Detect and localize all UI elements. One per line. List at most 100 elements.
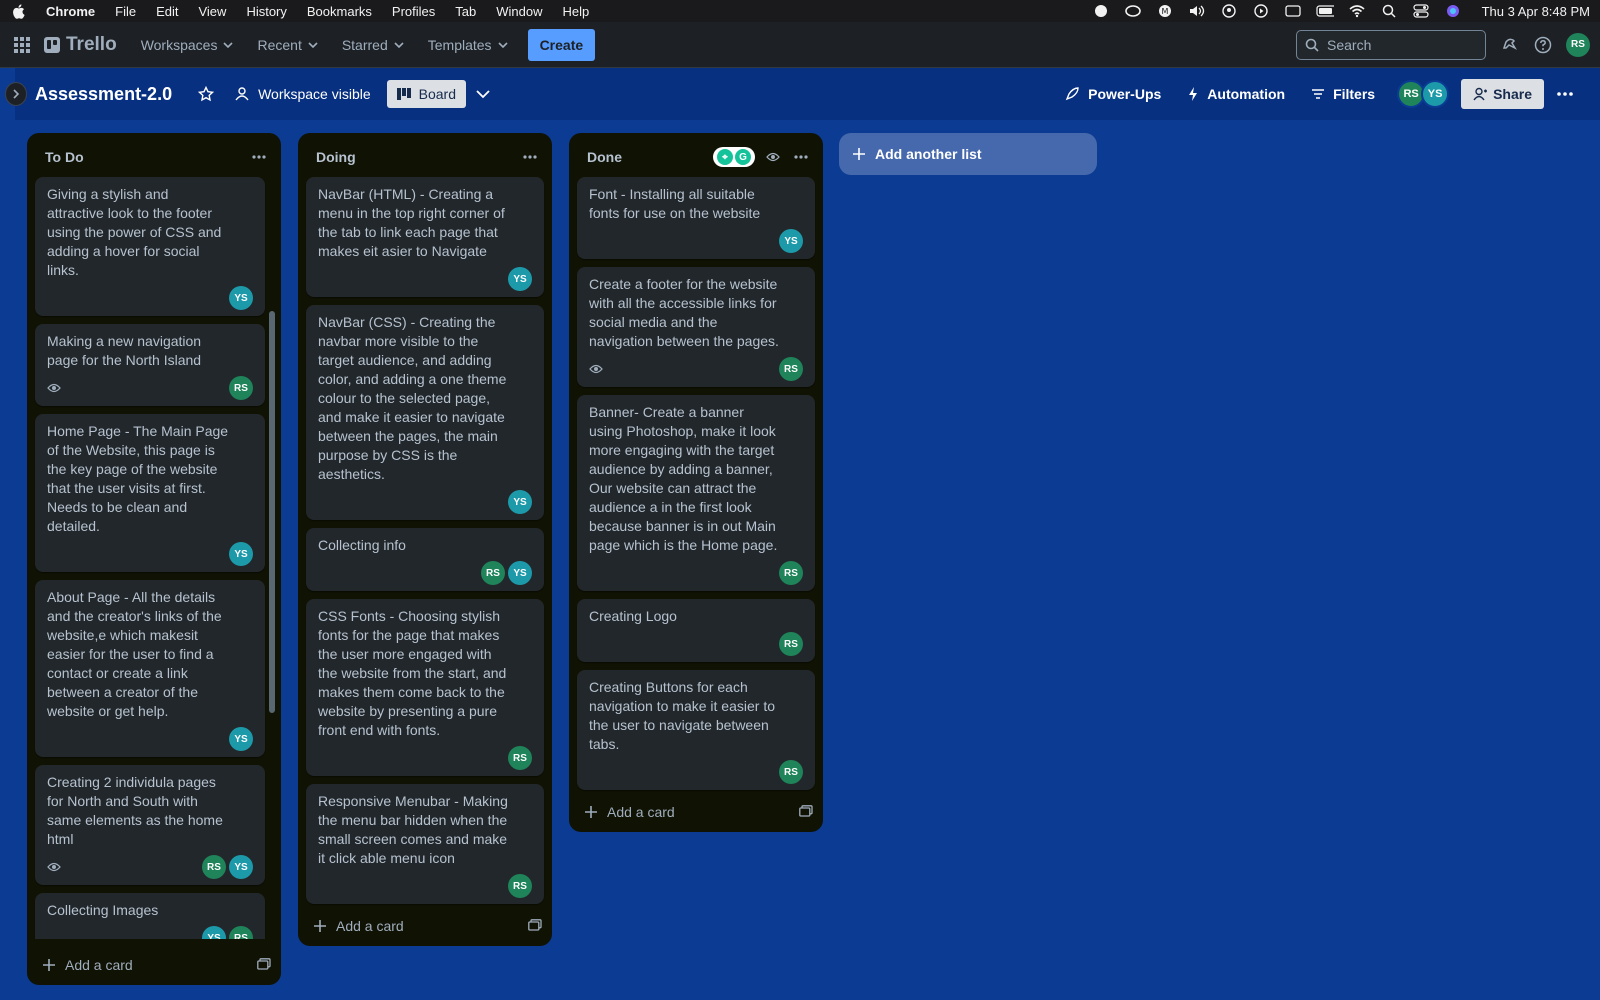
- member-avatar-rs[interactable]: RS: [481, 561, 505, 585]
- menu-file[interactable]: File: [115, 4, 136, 19]
- list-menu-button[interactable]: [791, 147, 811, 167]
- control-center-icon[interactable]: [1412, 4, 1430, 18]
- member-avatar-ys[interactable]: YS: [508, 267, 532, 291]
- list-scrollbar[interactable]: [269, 311, 275, 713]
- card[interactable]: Giving a stylish and attractive look to …: [35, 177, 265, 316]
- card[interactable]: About Page - All the details and the cre…: [35, 580, 265, 757]
- member-avatar-rs[interactable]: RS: [202, 855, 226, 879]
- spotlight-search-icon[interactable]: [1380, 4, 1398, 18]
- member-avatar-ys[interactable]: YS: [229, 855, 253, 879]
- member-avatar-rs[interactable]: RS: [779, 632, 803, 656]
- battery-icon[interactable]: [1315, 4, 1334, 18]
- nav-templates[interactable]: Templates: [418, 31, 518, 59]
- member-avatar-rs[interactable]: RS: [779, 561, 803, 585]
- nav-workspaces[interactable]: Workspaces: [131, 31, 244, 59]
- member-avatar-rs[interactable]: RS: [508, 746, 532, 770]
- create-button[interactable]: Create: [527, 28, 596, 61]
- menu-view[interactable]: View: [198, 4, 226, 19]
- list-title[interactable]: To Do: [45, 149, 84, 165]
- notifications-icon[interactable]: [1498, 34, 1520, 56]
- automation-button[interactable]: Automation: [1177, 80, 1295, 108]
- account-avatar[interactable]: RS: [1566, 32, 1590, 57]
- card[interactable]: Making a new navigation page for the Nor…: [35, 324, 265, 406]
- malwarebytes-icon[interactable]: M: [1156, 4, 1174, 18]
- member-avatar-ys[interactable]: YS: [508, 490, 532, 514]
- trello-logo[interactable]: Trello: [44, 34, 117, 56]
- member-avatar-ys[interactable]: YS: [779, 229, 803, 253]
- menubar-clock[interactable]: Thu 3 Apr 8:48 PM: [1482, 4, 1590, 19]
- list-title[interactable]: Done: [587, 149, 622, 165]
- sidebar-expand-button[interactable]: [5, 82, 27, 106]
- menu-edit[interactable]: Edit: [156, 4, 178, 19]
- help-icon[interactable]: [1532, 34, 1554, 56]
- visibility-button[interactable]: Workspace visible: [224, 80, 381, 108]
- search-input[interactable]: [1327, 36, 1477, 53]
- create-from-template-button[interactable]: [799, 804, 813, 820]
- member-avatar-ys[interactable]: YS: [508, 561, 532, 585]
- apple-icon[interactable]: [10, 3, 26, 19]
- card[interactable]: Banner- Create a banner using Photoshop,…: [577, 395, 815, 591]
- menu-help[interactable]: Help: [563, 4, 590, 19]
- user-circle-icon[interactable]: [1220, 4, 1238, 18]
- card[interactable]: Creating Logo RS: [577, 599, 815, 662]
- grammarly-badge[interactable]: ⌖ G: [713, 147, 755, 167]
- list-title[interactable]: Doing: [316, 149, 356, 165]
- member-avatar-rs[interactable]: RS: [779, 357, 803, 381]
- play-icon[interactable]: [1252, 4, 1270, 18]
- menu-history[interactable]: History: [246, 4, 286, 19]
- add-card-button[interactable]: Add a card: [585, 804, 675, 820]
- card[interactable]: Create a footer for the website with all…: [577, 267, 815, 387]
- add-card-button[interactable]: Add a card: [43, 957, 133, 973]
- card[interactable]: Creating Buttons for each navigation to …: [577, 670, 815, 790]
- menu-bookmarks[interactable]: Bookmarks: [307, 4, 372, 19]
- volume-icon[interactable]: [1188, 4, 1206, 18]
- member-avatar-ys[interactable]: YS: [229, 542, 253, 566]
- search-box[interactable]: [1296, 29, 1486, 60]
- card-title: Collecting info: [318, 537, 406, 553]
- add-card-button[interactable]: Add a card: [314, 918, 404, 934]
- member-avatar-rs[interactable]: RS: [229, 926, 253, 939]
- list-menu-button[interactable]: [520, 147, 540, 167]
- list-watch-button[interactable]: [763, 147, 783, 167]
- nav-recent[interactable]: Recent: [247, 31, 327, 59]
- copilot-icon[interactable]: [1124, 4, 1142, 18]
- create-from-template-button[interactable]: [257, 957, 271, 973]
- card[interactable]: Font - Installing all suitable fonts for…: [577, 177, 815, 259]
- list-menu-button[interactable]: [249, 147, 269, 167]
- view-switcher-button[interactable]: [466, 83, 500, 105]
- board-view-button[interactable]: Board: [386, 80, 466, 108]
- menu-app-chrome[interactable]: Chrome: [46, 4, 95, 19]
- member-avatar-ys[interactable]: YS: [1421, 80, 1450, 108]
- card[interactable]: Responsive Menubar - Making the menu bar…: [306, 784, 544, 904]
- board-menu-button[interactable]: [1550, 79, 1580, 109]
- member-avatar-rs[interactable]: RS: [229, 376, 253, 400]
- nav-starred[interactable]: Starred: [332, 31, 414, 59]
- card[interactable]: Collecting Images YS RS: [35, 893, 265, 939]
- share-button[interactable]: Share: [1461, 79, 1544, 109]
- card[interactable]: Creating 2 individula pages for North an…: [35, 765, 265, 885]
- menu-window[interactable]: Window: [496, 4, 542, 19]
- powerups-button[interactable]: Power-Ups: [1054, 80, 1171, 108]
- app-switcher-icon[interactable]: [10, 33, 34, 57]
- cloud-icon[interactable]: [1092, 4, 1110, 18]
- card[interactable]: NavBar (CSS) - Creating the navbar more …: [306, 305, 544, 520]
- member-avatar-ys[interactable]: YS: [229, 286, 253, 310]
- member-avatar-ys[interactable]: YS: [229, 727, 253, 751]
- star-board-button[interactable]: [188, 80, 224, 108]
- card[interactable]: CSS Fonts - Choosing stylish fonts for t…: [306, 599, 544, 776]
- create-from-template-button[interactable]: [528, 918, 542, 934]
- menu-profiles[interactable]: Profiles: [392, 4, 435, 19]
- member-avatar-ys[interactable]: YS: [202, 926, 226, 939]
- member-avatar-rs[interactable]: RS: [508, 874, 532, 898]
- card[interactable]: NavBar (HTML) - Creating a menu in the t…: [306, 177, 544, 297]
- menu-tab[interactable]: Tab: [455, 4, 476, 19]
- siri-icon[interactable]: [1444, 4, 1462, 18]
- card[interactable]: Home Page - The Main Page of the Website…: [35, 414, 265, 572]
- display-icon[interactable]: [1284, 4, 1302, 18]
- member-avatar-rs[interactable]: RS: [779, 760, 803, 784]
- wifi-icon[interactable]: [1348, 4, 1366, 18]
- filters-button[interactable]: Filters: [1301, 80, 1385, 108]
- board-title[interactable]: Assessment-2.0: [35, 84, 172, 105]
- add-another-list-button[interactable]: Add another list: [839, 133, 1097, 175]
- card[interactable]: Collecting info RS YS: [306, 528, 544, 591]
